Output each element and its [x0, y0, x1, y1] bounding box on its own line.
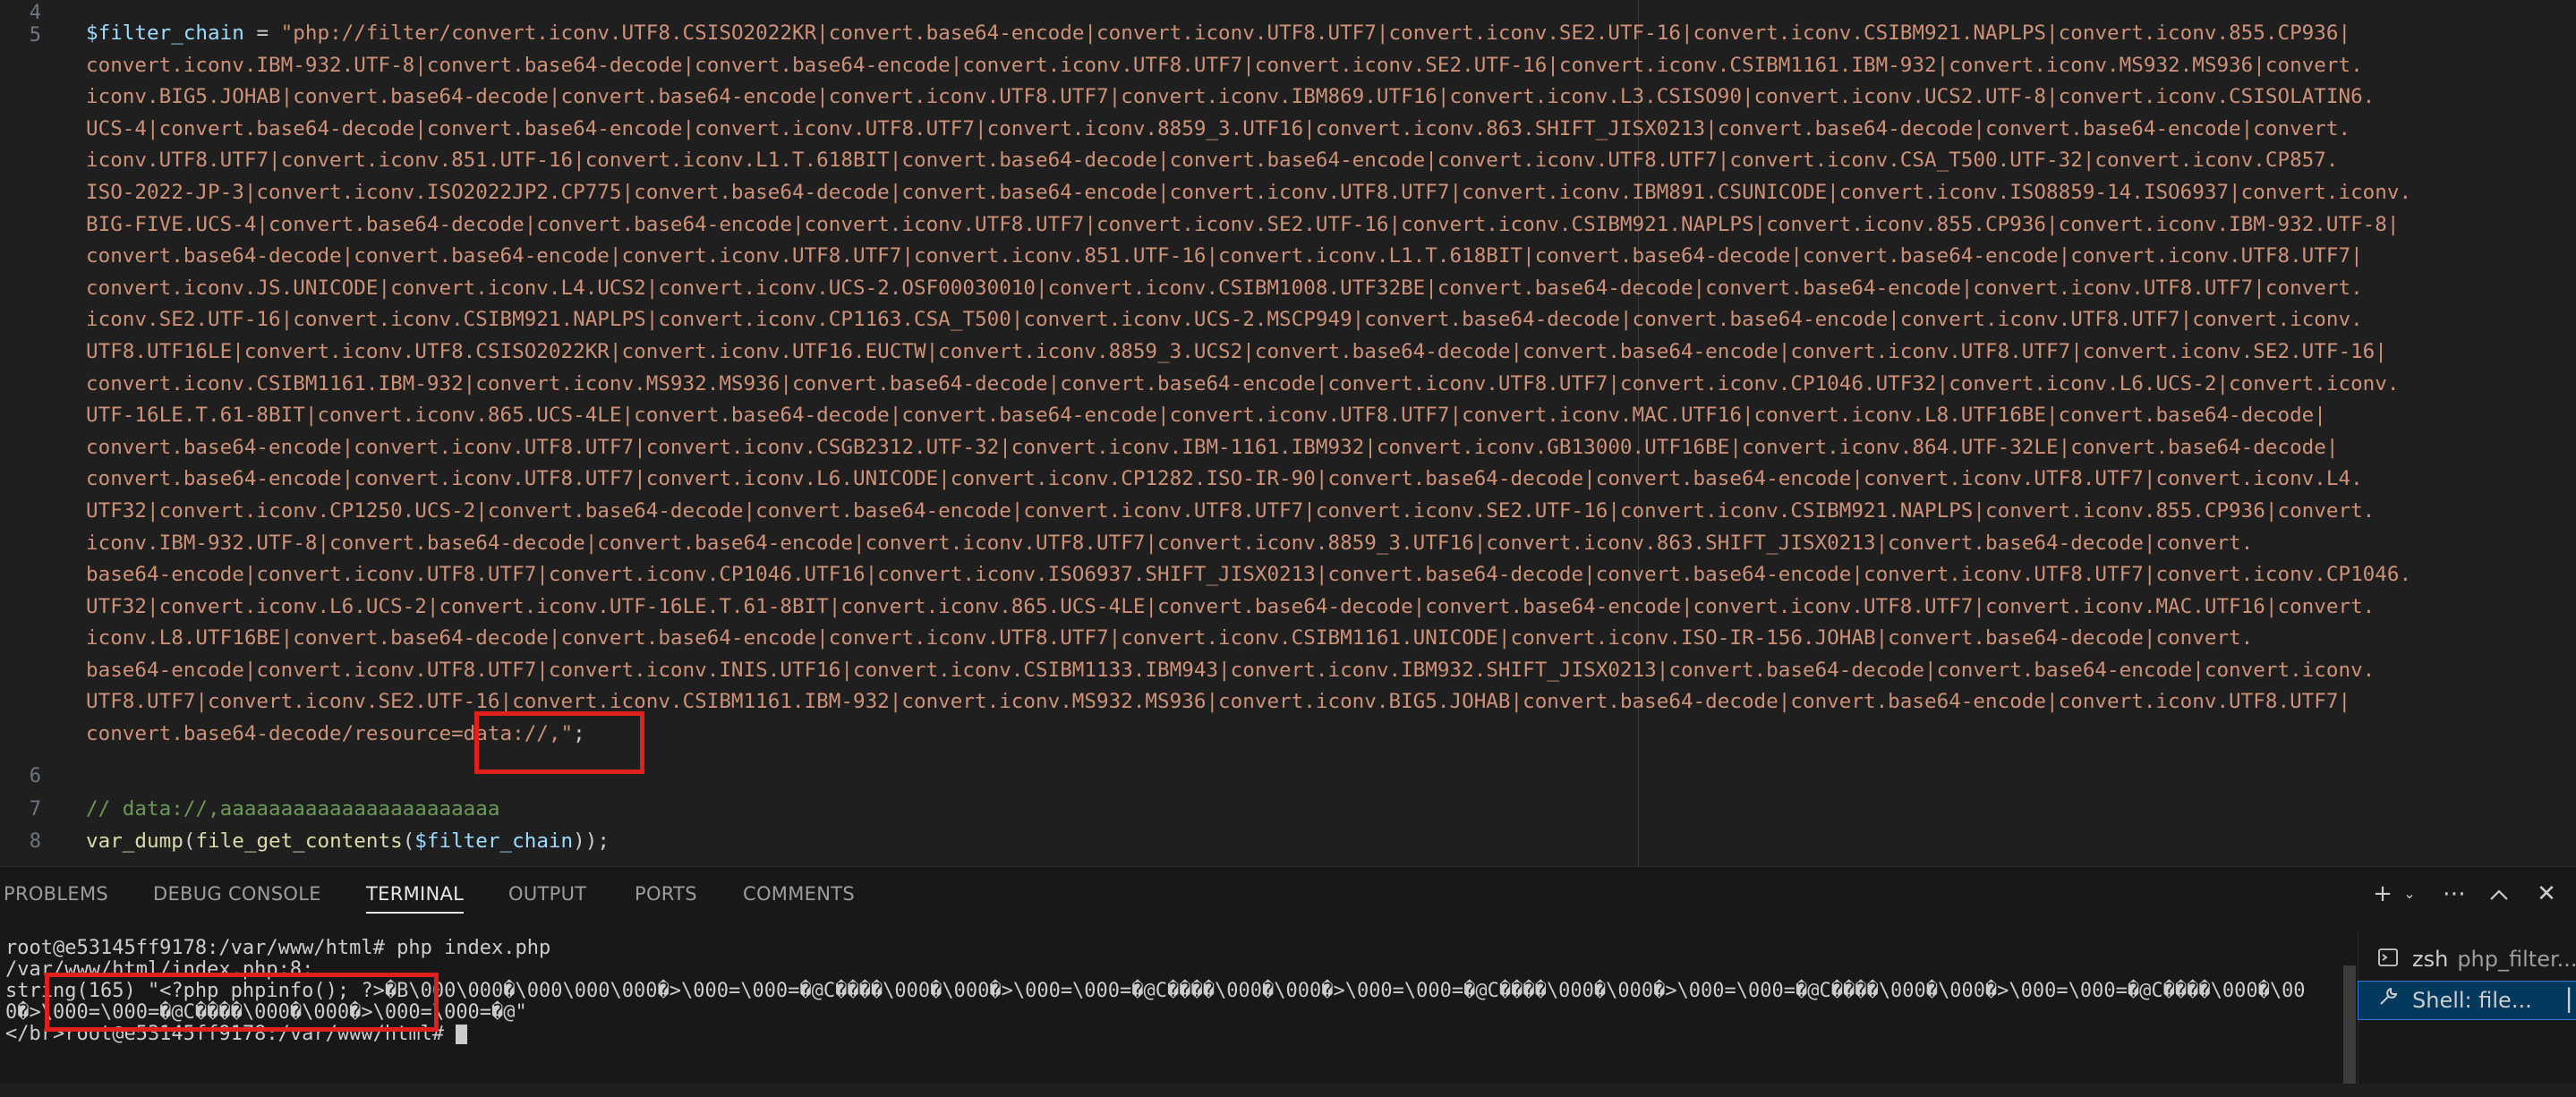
code-line-string-segment: BIG-FIVE.UCS-4|convert.base64-decode|con…: [86, 209, 2411, 242]
string-literal: base64-encode|convert.iconv.UTF8.UTF7|co…: [86, 563, 2412, 587]
string-literal: iconv.BIG5.JOHAB|convert.base64-decode|c…: [86, 85, 2376, 109]
string-literal: convert.base64-encode|convert.iconv.UTF8…: [86, 435, 2339, 459]
statement-terminator: ;: [573, 722, 585, 746]
terminal-list-label: Shell: file...: [2412, 988, 2532, 1013]
tab-problems[interactable]: PROBLEMS: [4, 867, 108, 921]
code-line-string-segment: convert.base64-decode|convert.base64-enc…: [86, 241, 2411, 273]
string-literal: ISO-2022-JP-3|convert.iconv.ISO2022JP2.C…: [86, 180, 2412, 204]
tab-terminal[interactable]: TERMINAL: [366, 867, 465, 921]
terminal-list-label: zsh php_filter...: [2412, 940, 2576, 978]
string-literal: UTF8.UTF7|convert.iconv.SE2.UTF-16|conve…: [86, 690, 2351, 714]
string-literal: iconv.SE2.UTF-16|convert.iconv.CSIBM921.…: [86, 308, 2363, 332]
line-number: 7: [29, 798, 41, 821]
string-literal: UTF32|convert.iconv.CP1250.UCS-2|convert…: [86, 498, 2376, 523]
code-line-string-segment: ISO-2022-JP-3|convert.iconv.ISO2022JP2.C…: [86, 177, 2411, 209]
code-line-string-segment: UTF8.UTF16LE|convert.iconv.UTF8.CSISO202…: [86, 336, 2411, 369]
code-editor[interactable]: 4 5 6 7 8 $filter_chain = "php://filter/…: [0, 0, 2576, 866]
code-line-string-segment: iconv.UTF8.UTF7|convert.iconv.851.UTF-16…: [86, 145, 2411, 177]
string-literal: iconv.L8.UTF16BE|convert.base64-decode|c…: [86, 626, 2254, 651]
terminal-shell-detail: php_filter...: [2457, 947, 2576, 972]
terminal-list-item-shell[interactable]: Shell: file... ▕: [2358, 981, 2576, 1020]
code-line-string-segment: UTF32|convert.iconv.L6.UCS-2|convert.ico…: [86, 591, 2411, 624]
code-line-string-segment: $filter_chain = "php://filter/convert.ic…: [86, 18, 2411, 50]
new-terminal-icon[interactable]: +: [2368, 880, 2397, 908]
code-line-string-segment: UTF32|convert.iconv.CP1250.UCS-2|convert…: [86, 496, 2411, 528]
string-literal: convert.base64-decode|convert.base64-enc…: [86, 244, 2363, 268]
terminal-line: 0�>\000=\000=�@C����\000�\000�>\000=\000…: [5, 1001, 527, 1024]
chevron-down-icon[interactable]: ⌄: [2395, 880, 2424, 908]
string-literal: convert.iconv.IBM-932.UTF-8|convert.base…: [86, 53, 2363, 77]
line-number: 6: [29, 765, 41, 787]
punctuation: ));: [573, 829, 610, 853]
string-literal: convert.iconv.JS.UNICODE|convert.iconv.L…: [86, 276, 2363, 300]
comment-text: // data://,aaaaaaaaaaaaaaaaaaaaaaa: [86, 797, 500, 821]
terminal-line: string(165) "<?php phpinfo(); ?>�B\000\0…: [5, 980, 2306, 1002]
punctuation: (: [183, 829, 196, 853]
maximize-panel-icon[interactable]: [2485, 880, 2513, 908]
function-name: file_get_contents: [195, 829, 403, 853]
code-line-string-segment: iconv.BIG5.JOHAB|convert.base64-decode|c…: [86, 81, 2411, 114]
variable-name: $filter_chain: [414, 829, 574, 853]
more-actions-icon[interactable]: ⋯: [2440, 880, 2469, 908]
code-line-string-segment: UTF-16LE.T.61-8BIT|convert.iconv.865.UCS…: [86, 400, 2411, 432]
terminal-line: root@e53145ff9178:/var/www/html# php ind…: [5, 937, 551, 959]
tab-output[interactable]: OUTPUT: [508, 867, 586, 921]
terminal-cursor: [456, 1025, 468, 1044]
code-line-string-segment: base64-encode|convert.iconv.UTF8.UTF7|co…: [86, 655, 2411, 687]
wrench-icon: [2375, 982, 2401, 1019]
code-line-string-segment: convert.iconv.CSIBM1161.IBM-932|convert.…: [86, 369, 2411, 401]
punctuation: (: [402, 829, 415, 853]
code-line-string-segment: iconv.SE2.UTF-16|convert.iconv.CSIBM921.…: [86, 304, 2411, 336]
terminal-shell-name: zsh: [2412, 947, 2449, 972]
tab-ports[interactable]: PORTS: [635, 867, 697, 921]
filter-chain-string[interactable]: $filter_chain = "php://filter/convert.ic…: [86, 18, 2411, 751]
code-line-string-segment: convert.base64-encode|convert.iconv.UTF8…: [86, 432, 2411, 464]
string-literal: convert.iconv.CSIBM1161.IBM-932|convert.…: [86, 371, 2400, 395]
code-line-string-segment: UCS-4|convert.base64-decode|convert.base…: [86, 114, 2411, 146]
string-literal: iconv.IBM-932.UTF-8|convert.base64-decod…: [86, 531, 2254, 555]
tab-comments[interactable]: COMMENTS: [743, 867, 855, 921]
string-literal: BIG-FIVE.UCS-4|convert.base64-decode|con…: [86, 212, 2400, 236]
terminal-scrollbar[interactable]: [2343, 965, 2356, 1084]
code-line-comment[interactable]: // data://,aaaaaaaaaaaaaaaaaaaaaaa: [86, 794, 500, 826]
terminal-line: /var/www/html/index.php:8:: [5, 958, 314, 981]
terminal-prompt-line: </br>root@e53145ff9178:/var/www/html#: [5, 1023, 468, 1045]
code-line-string-segment: iconv.IBM-932.UTF-8|convert.base64-decod…: [86, 528, 2411, 560]
string-literal: UTF32|convert.iconv.L6.UCS-2|convert.ico…: [86, 594, 2376, 618]
code-line-string-segment: convert.base64-encode|convert.iconv.UTF8…: [86, 463, 2411, 496]
panel-tabs: PROBLEMS DEBUG CONSOLE TERMINAL OUTPUT P…: [0, 867, 2327, 921]
terminal-list-item-zsh[interactable]: zsh php_filter...: [2358, 940, 2576, 978]
code-line-string-segment: convert.iconv.IBM-932.UTF-8|convert.base…: [86, 50, 2411, 82]
assign-operator: =: [243, 21, 281, 45]
terminal-list: zsh php_filter... Shell: file... ▕: [2358, 930, 2576, 1084]
string-literal: iconv.UTF8.UTF7|convert.iconv.851.UTF-16…: [86, 149, 2339, 173]
terminal-icon: [2375, 940, 2401, 978]
close-panel-icon[interactable]: ✕: [2532, 880, 2561, 908]
tab-debug-console[interactable]: DEBUG CONSOLE: [153, 867, 321, 921]
string-literal: UTF-16LE.T.61-8BIT|convert.iconv.865.UCS…: [86, 404, 2326, 428]
code-line-string-segment: iconv.L8.UTF16BE|convert.base64-decode|c…: [86, 623, 2411, 655]
terminal-prompt: </br>root@e53145ff9178:/var/www/html#: [5, 1023, 456, 1045]
string-literal: UCS-4|convert.base64-decode|convert.base…: [86, 116, 2351, 140]
string-literal: base64-encode|convert.iconv.UTF8.UTF7|co…: [86, 658, 2376, 682]
string-literal: convert.base64-decode/resource=data://,": [86, 722, 574, 746]
string-literal: "php://filter/convert.iconv.UTF8.CSISO20…: [280, 21, 2351, 45]
line-number: 5: [29, 24, 41, 47]
terminal-output[interactable]: root@e53145ff9178:/var/www/html# php ind…: [0, 939, 2354, 1082]
code-line-var-dump[interactable]: var_dump(file_get_contents($filter_chain…: [86, 826, 610, 858]
string-literal: convert.base64-encode|convert.iconv.UTF8…: [86, 467, 2363, 491]
variable-name: $filter_chain: [86, 21, 244, 45]
bottom-panel: PROBLEMS DEBUG CONSOLE TERMINAL OUTPUT P…: [0, 866, 2576, 1084]
string-literal: UTF8.UTF16LE|convert.iconv.UTF8.CSISO202…: [86, 339, 2387, 363]
split-indicator-icon: ▕: [2553, 988, 2570, 1013]
line-number-gutter: 4 5 6 7 8: [0, 0, 63, 866]
code-line-string-segment: UTF8.UTF7|convert.iconv.SE2.UTF-16|conve…: [86, 686, 2411, 719]
code-line-string-segment: convert.iconv.JS.UNICODE|convert.iconv.L…: [86, 273, 2411, 305]
code-line-string-segment: convert.base64-decode/resource=data://,"…: [86, 719, 2411, 751]
line-number: 8: [29, 830, 41, 853]
function-name: var_dump: [86, 829, 183, 853]
code-line-string-segment: base64-encode|convert.iconv.UTF8.UTF7|co…: [86, 559, 2411, 591]
